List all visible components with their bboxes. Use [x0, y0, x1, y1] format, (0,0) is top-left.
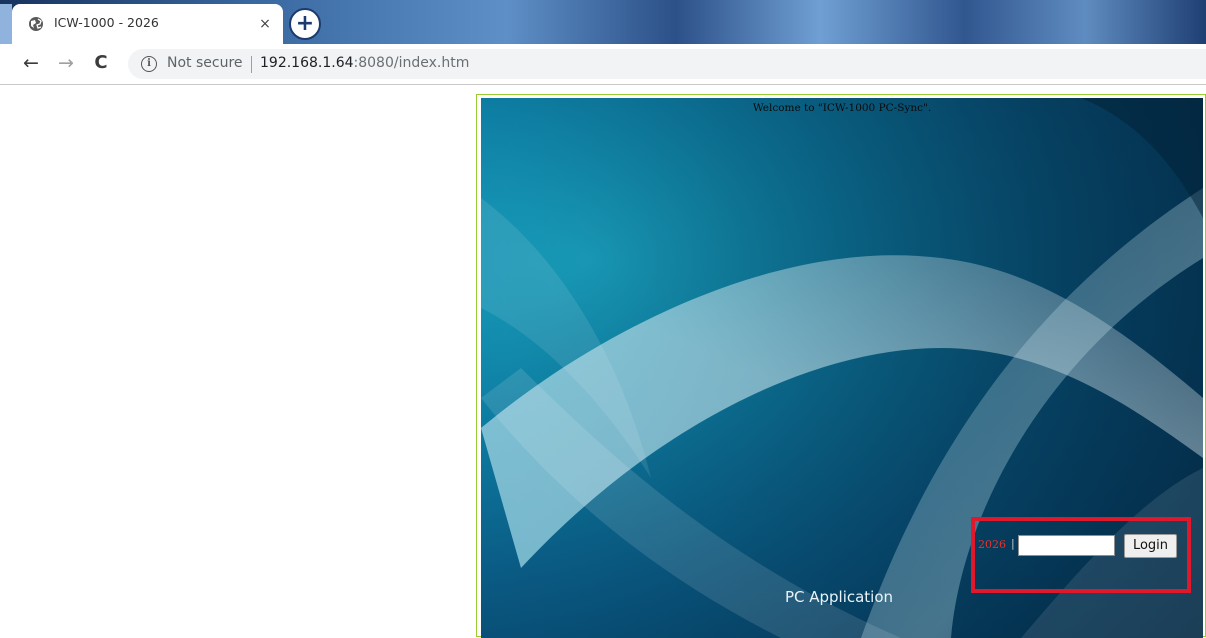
- close-icon[interactable]: ×: [255, 14, 275, 34]
- tab-strip-edge: [0, 4, 12, 44]
- info-icon[interactable]: i: [141, 56, 157, 72]
- new-tab-button[interactable]: +: [289, 8, 321, 40]
- security-status[interactable]: Not secure: [167, 55, 243, 71]
- url-host: 192.168.1.64: [260, 55, 354, 71]
- welcome-text: Welcome to "ICW-1000 PC-Sync".: [752, 102, 932, 114]
- password-input[interactable]: [1018, 535, 1115, 556]
- browser-tab-strip: ICW-1000 - 2026 × +: [0, 0, 1206, 44]
- url-path: :8080/index.htm: [353, 55, 470, 71]
- login-separator: |: [1011, 537, 1015, 550]
- app-subtitle: PC Application: [784, 588, 894, 606]
- reload-icon[interactable]: C: [89, 52, 113, 76]
- arrow-left-icon[interactable]: ←: [19, 52, 43, 76]
- browser-tab[interactable]: ICW-1000 - 2026 ×: [12, 4, 283, 44]
- arrow-right-icon[interactable]: →: [54, 52, 78, 76]
- login-button[interactable]: Login: [1124, 534, 1177, 558]
- url[interactable]: 192.168.1.64:8080/index.htm: [260, 55, 469, 71]
- address-bar[interactable]: i Not secure 192.168.1.64:8080/index.htm: [128, 49, 1206, 79]
- browser-toolbar: ← → C i Not secure 192.168.1.64:8080/ind…: [0, 44, 1206, 85]
- login-code-label: 2026: [978, 538, 1006, 551]
- tab-title: ICW-1000 - 2026: [54, 15, 159, 30]
- url-divider: [251, 56, 252, 73]
- globe-icon: [28, 16, 44, 32]
